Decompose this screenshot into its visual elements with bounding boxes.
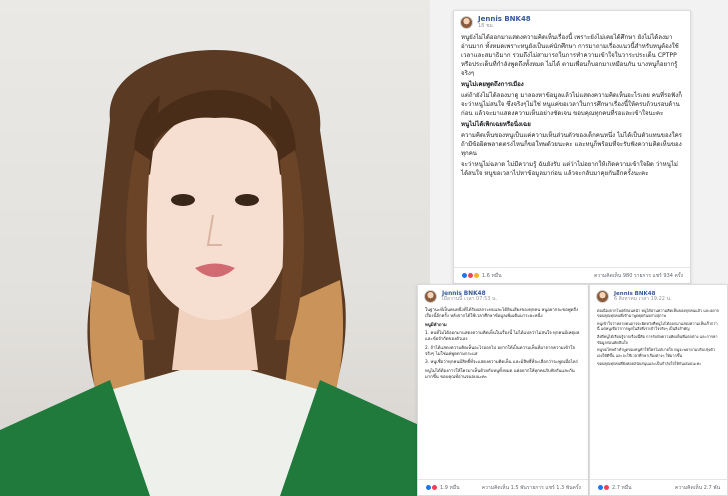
post-paragraph: หนูยังไม่ได้ออกมาแสดงความคิดเห็นเรื่องนี… [461, 34, 679, 77]
post-paragraph: หนูขอโทษถ้าคำพูดของหนูทำให้ใครไม่สบายใจ … [597, 347, 715, 358]
avatar[interactable] [596, 290, 609, 303]
post-paragraph: 3. หนูเชื่อว่าทุกคนมีสิทธิ์ที่จะแสดงความ… [425, 360, 578, 366]
post-time[interactable]: 18 ชม. [478, 23, 531, 30]
post-paragraph: ความคิดเห็นของหนูเป็นแค่ความเห็นส่วนตัวข… [461, 132, 682, 158]
post-time[interactable]: 6 สิงหาคม เวลา 19:22 น. [614, 296, 672, 303]
post-stats[interactable]: ความคิดเห็น 2.7 พัน [675, 484, 720, 492]
post-header: Jennis BNK48 6 สิงหาคม เวลา 19:22 น. [590, 285, 727, 306]
post-paragraph: หนูมีคำถาม [425, 322, 447, 328]
post-paragraph: หนูไม่ได้เพิกเฉยหรือนิ่งเฉย [461, 121, 531, 129]
post-footer: 2.7 หมื่น ความคิดเห็น 2.7 พัน [590, 479, 727, 495]
portrait-photo [0, 0, 430, 496]
post-paragraph: ขอบคุณทุกคนที่ยังคอยสนับสนุนและเป็นกำลัง… [597, 360, 702, 366]
avatar[interactable] [424, 290, 437, 303]
facebook-post-2: Jennis BNK48 เมื่อวานนี้ เวลา 07:53 น. ใ… [417, 284, 589, 496]
post-stats[interactable]: ความคิดเห็น 1.5 พันรายการ แชร์ 1.3 พันคร… [482, 484, 581, 492]
avatar[interactable] [460, 16, 473, 30]
wow-icon [473, 272, 480, 279]
post-header: Jennis BNK48 18 ชม. [454, 11, 690, 32]
post-paragraph: 1. คนที่ไม่ได้ออกมาแสดงความคิดเห็นในเรื่… [425, 331, 580, 343]
reaction-summary[interactable]: 2.7 หมื่น [597, 484, 632, 492]
post-paragraph: หนูไม่เคยพูดถึงการเมือง [461, 80, 524, 88]
post-paragraph: แต่ถ้ายังไม่ได้ลองมาดู มาลองหาข้อมูลแล้ว… [461, 92, 682, 117]
reaction-count: 1.6 หมื่น [482, 272, 502, 279]
post-time[interactable]: เมื่อวานนี้ เวลา 07:53 น. [442, 296, 497, 303]
love-icon [431, 484, 438, 491]
post-body: หนูยังไม่ได้ออกมาแสดงความคิดเห็นเรื่องนี… [454, 32, 690, 183]
post-paragraph: หนูไม่ได้ต้องการให้ใครมาเห็นด้วยกับหนูทั… [425, 368, 575, 380]
love-icon [603, 484, 610, 491]
reaction-count: 1.9 หมื่น [440, 484, 460, 491]
reaction-count: 2.7 หมื่น [612, 484, 632, 491]
post-paragraph: ต่อเนื่องจากโพสต์ก่อนหน้า หนูได้อ่านความ… [597, 308, 720, 319]
post-footer: 1.9 หมื่น ความคิดเห็น 1.5 พันรายการ แชร์… [418, 479, 588, 495]
post-stats[interactable]: ความคิดเห็น 980 รายการ แชร์ 934 ครั้ง [594, 272, 683, 280]
post-body: ต่อเนื่องจากโพสต์ก่อนหน้า หนูได้อ่านความ… [590, 306, 727, 370]
post-paragraph: จะว่าหนูไม่ฉลาด ไม่มีความรู้ ฉันยังรับ แ… [461, 161, 678, 178]
post-paragraph: ในฐานะที่เป็นคนหนึ่งที่ได้รับผลกระทบและไ… [425, 308, 579, 320]
post-footer: 1.6 หมื่น ความคิดเห็น 980 รายการ แชร์ 93… [454, 267, 690, 283]
reaction-summary[interactable]: 1.6 หมื่น [461, 272, 502, 280]
post-paragraph: สิ่งที่หนูได้เรียนรู้จากเรื่องนี้คือ การ… [597, 334, 718, 345]
post-paragraph: 2. ถ้าได้แสดงความคิดเห็นอะไรออกไป อยากให… [425, 345, 576, 357]
post-body: ในฐานะที่เป็นคนหนึ่งที่ได้รับผลกระทบและไ… [418, 306, 588, 385]
facebook-post-1: Jennis BNK48 18 ชม. หนูยังไม่ได้ออกมาแสด… [453, 10, 691, 284]
facebook-post-3: Jennis BNK48 6 สิงหาคม เวลา 19:22 น. ต่อ… [589, 284, 728, 496]
reaction-summary[interactable]: 1.9 หมื่น [425, 484, 460, 492]
post-paragraph: หนูเข้าใจว่าหลายคนอาจจะผิดหวังที่หนูไม่ไ… [597, 321, 718, 332]
post-header: Jennis BNK48 เมื่อวานนี้ เวลา 07:53 น. [418, 285, 588, 306]
